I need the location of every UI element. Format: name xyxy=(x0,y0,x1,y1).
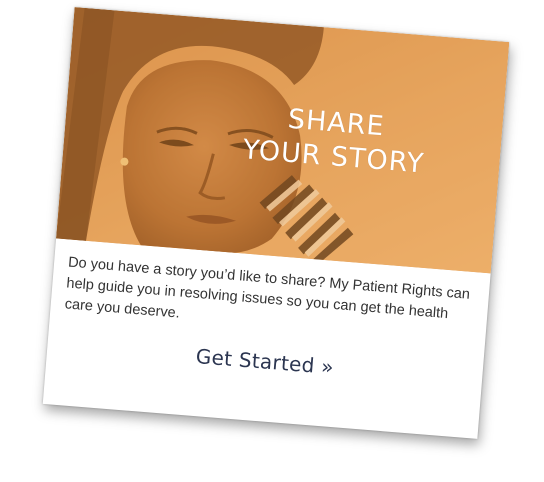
get-started-link[interactable]: Get Started » xyxy=(164,342,365,382)
page: SHARE YOUR STORY Do you have a story you… xyxy=(0,0,544,482)
share-story-card: SHARE YOUR STORY Do you have a story you… xyxy=(42,7,510,439)
hero-photo: SHARE YOUR STORY xyxy=(56,7,510,274)
